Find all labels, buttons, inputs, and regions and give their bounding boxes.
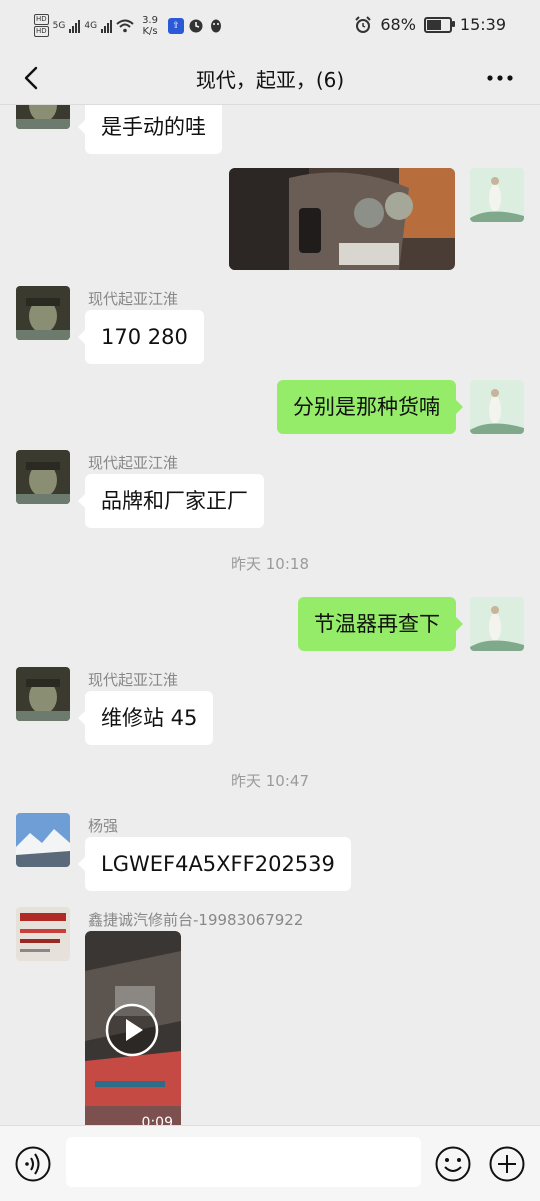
timestamp: 昨天 10:18 bbox=[231, 555, 309, 573]
message-bubble[interactable]: 品牌和厂家正厂 bbox=[78, 474, 264, 528]
timestamp: 昨天 10:47 bbox=[231, 772, 309, 790]
sender-name: 杨强 bbox=[88, 817, 119, 835]
sender-name: 鑫捷诚汽修前台-19983067922 bbox=[88, 911, 304, 929]
avatar-hyundai-kia[interactable] bbox=[16, 667, 70, 721]
wifi-icon bbox=[116, 19, 134, 32]
sender-name: 现代起亚江淮 bbox=[88, 290, 179, 308]
avatar-yangqiang[interactable] bbox=[16, 813, 70, 867]
net-speed-value: 3.9 bbox=[142, 14, 158, 26]
message-input[interactable] bbox=[66, 1137, 421, 1187]
avatar-hyundai-kia[interactable] bbox=[16, 105, 70, 129]
clock-time: 15:39 bbox=[459, 15, 506, 34]
status-left: HD HD 5G 4G 3.9 K/s ⇧ bbox=[34, 14, 224, 37]
signal-1-icon bbox=[69, 19, 81, 33]
battery-percent: 68% bbox=[380, 15, 416, 34]
qq-icon bbox=[210, 19, 221, 32]
avatar-me[interactable] bbox=[470, 168, 524, 222]
avatar-hyundai-kia[interactable] bbox=[16, 450, 70, 504]
message-bubble[interactable]: LGWEF4A5XFF202539 bbox=[78, 837, 351, 891]
net-speed-unit: K/s bbox=[142, 25, 158, 37]
message-bubble-me[interactable]: 分别是那种货喃 bbox=[277, 380, 463, 434]
status-right: 68% 15:39 bbox=[354, 15, 506, 34]
avatar-me[interactable] bbox=[470, 380, 524, 434]
input-bar bbox=[0, 1125, 540, 1201]
image-message[interactable] bbox=[229, 168, 455, 270]
alarm-icon bbox=[355, 15, 372, 33]
message-bubble[interactable]: 是手动的哇 bbox=[78, 105, 222, 154]
battery-level bbox=[426, 19, 441, 30]
play-icon[interactable] bbox=[105, 1003, 159, 1057]
hd-icons: HD HD bbox=[34, 14, 49, 37]
sender-name: 现代起亚江淮 bbox=[88, 454, 179, 472]
app-notification-icon: ⇧ bbox=[167, 17, 184, 34]
avatar-hyundai-kia[interactable] bbox=[16, 286, 70, 340]
status-bar: HD HD 5G 4G 3.9 K/s ⇧ 68% 15:39 bbox=[0, 0, 540, 52]
avatar-xinjiecheng[interactable] bbox=[16, 907, 70, 961]
network-5g-label: 5G bbox=[52, 20, 66, 31]
message-bubble-me[interactable]: 节温器再查下 bbox=[298, 597, 463, 651]
message-bubble[interactable]: 170 280 bbox=[78, 310, 204, 364]
emoji-icon[interactable] bbox=[434, 1145, 472, 1183]
video-message[interactable]: 0:09 bbox=[85, 931, 181, 1125]
message-list[interactable]: 是手动的哇 现代起亚江淮 170 280 分别是那种货喃 现代起亚江淮 品牌和厂… bbox=[0, 105, 540, 1125]
sender-name: 现代起亚江淮 bbox=[88, 671, 179, 689]
video-duration: 0:09 bbox=[141, 1115, 173, 1125]
net-speed: 3.9 K/s bbox=[142, 15, 158, 37]
notification-clock-icon bbox=[189, 19, 203, 32]
signal-2-icon bbox=[101, 19, 113, 33]
network-4g-label: 4G bbox=[84, 20, 98, 31]
avatar-me[interactable] bbox=[470, 597, 524, 651]
chat-title: 现代，起亚，(6) bbox=[195, 68, 345, 92]
plus-icon[interactable] bbox=[488, 1145, 526, 1183]
more-options-icon[interactable] bbox=[482, 60, 518, 96]
car-interior-image bbox=[229, 168, 455, 270]
voice-icon[interactable] bbox=[14, 1145, 52, 1183]
chat-header: 现代，起亚，(6) bbox=[0, 52, 540, 105]
message-bubble[interactable]: 维修站 45 bbox=[77, 691, 214, 745]
battery-icon bbox=[423, 16, 455, 33]
